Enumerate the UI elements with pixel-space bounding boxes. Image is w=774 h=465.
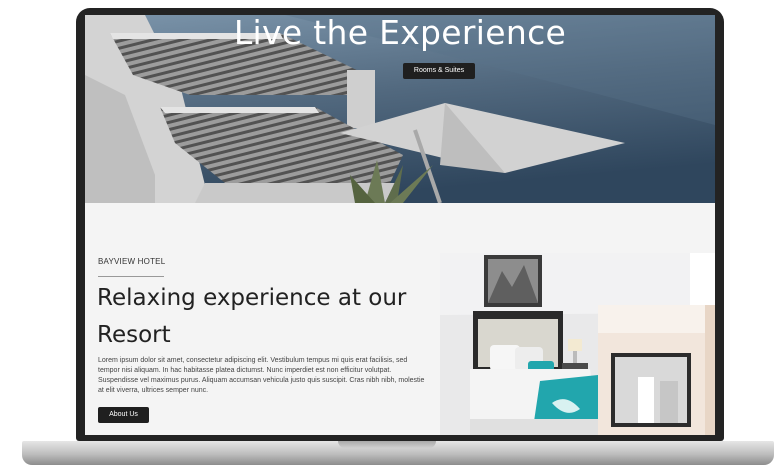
laptop-screen: Live the Experience Rooms & Suites BAYVI… (85, 15, 715, 435)
hotel-name: BAYVIEW HOTEL (98, 257, 166, 266)
hero-section: Live the Experience Rooms & Suites (85, 15, 715, 203)
about-body-text: Lorem ipsum dolor sit amet, consectetur … (98, 357, 425, 394)
hero-title: Live the Experience (233, 15, 567, 52)
laptop-base-notch (338, 441, 436, 448)
bedroom-photo (440, 253, 715, 435)
about-us-button[interactable]: About Us (98, 407, 149, 423)
about-headline: Relaxing experience at our Resort (97, 285, 407, 348)
eyebrow-divider (98, 276, 164, 277)
rooms-suites-button[interactable]: Rooms & Suites (403, 63, 475, 79)
room-photos (440, 253, 715, 435)
